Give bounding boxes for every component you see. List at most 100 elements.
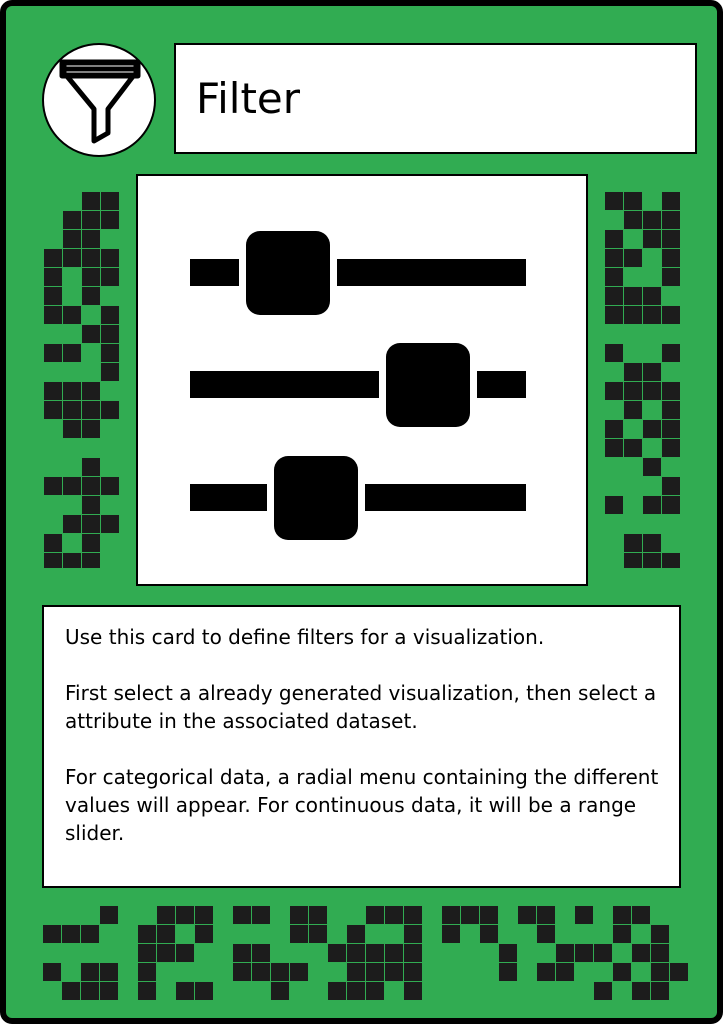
code-block: [404, 944, 422, 962]
code-block: [138, 944, 156, 962]
code-block: [662, 477, 680, 495]
code-block: [44, 306, 62, 324]
code-block: [82, 458, 100, 476]
code-block: [82, 230, 100, 248]
code-block: [480, 925, 498, 943]
code-block: [651, 944, 669, 962]
code-block: [101, 363, 119, 381]
code-block: [252, 944, 270, 962]
code-block: [63, 401, 81, 419]
code-block: [662, 553, 680, 568]
code-block: [632, 944, 650, 962]
code-block: [366, 944, 384, 962]
code-block: [556, 944, 574, 962]
code-block: [252, 963, 270, 981]
code-block: [138, 982, 156, 1000]
code-block: [605, 287, 623, 305]
code-block: [347, 982, 365, 1000]
code-block: [290, 925, 308, 943]
code-block: [404, 906, 422, 924]
code-block: [366, 963, 384, 981]
code-block: [138, 963, 156, 981]
code-block: [662, 192, 680, 210]
code-block: [63, 344, 81, 362]
code-block: [662, 249, 680, 267]
code-block: [624, 401, 642, 419]
code-block: [624, 534, 642, 552]
code-block: [101, 401, 119, 419]
code-block: [252, 906, 270, 924]
code-block: [643, 534, 661, 552]
code-block: [63, 249, 81, 267]
code-block: [101, 211, 119, 229]
code-block: [101, 344, 119, 362]
code-block: [82, 382, 100, 400]
description-text: Use this card to define filters for a vi…: [65, 623, 665, 847]
code-block: [44, 287, 62, 305]
description-paragraph-1: Use this card to define filters for a vi…: [65, 625, 545, 649]
code-block: [624, 306, 642, 324]
bottom-code-pattern: [43, 906, 689, 1002]
code-block: [624, 211, 642, 229]
code-block: [44, 382, 62, 400]
code-block: [347, 944, 365, 962]
code-block: [662, 230, 680, 248]
code-block: [605, 496, 623, 514]
code-block: [63, 420, 81, 438]
code-block: [385, 963, 403, 981]
code-block: [605, 192, 623, 210]
code-block: [157, 944, 175, 962]
code-block: [575, 944, 593, 962]
code-block: [82, 515, 100, 533]
code-block: [82, 477, 100, 495]
description-paragraph-3: For categorical data, a radial menu cont…: [65, 765, 659, 845]
code-block: [605, 230, 623, 248]
code-block: [632, 982, 650, 1000]
code-block: [81, 963, 99, 981]
code-block: [100, 906, 118, 924]
code-block: [82, 420, 100, 438]
code-block: [82, 287, 100, 305]
code-block: [624, 249, 642, 267]
code-block: [44, 534, 62, 552]
code-block: [101, 477, 119, 495]
code-block: [82, 249, 100, 267]
code-block: [82, 211, 100, 229]
code-block: [605, 306, 623, 324]
code-block: [613, 963, 631, 981]
code-block: [404, 982, 422, 1000]
code-block: [442, 906, 460, 924]
code-block: [651, 925, 669, 943]
code-block: [100, 963, 118, 981]
code-block: [81, 925, 99, 943]
description-box: Use this card to define filters for a vi…: [42, 605, 681, 888]
code-block: [44, 553, 62, 568]
code-block: [632, 906, 650, 924]
code-block: [461, 906, 479, 924]
code-block: [613, 925, 631, 943]
code-block: [643, 458, 661, 476]
code-block: [271, 982, 289, 1000]
left-code-pattern: [44, 192, 124, 568]
code-block: [662, 401, 680, 419]
code-block: [63, 515, 81, 533]
code-block: [594, 944, 612, 962]
filter-card: Filter Use this card to define filters f…: [0, 0, 723, 1024]
code-block: [43, 925, 61, 943]
code-block: [63, 382, 81, 400]
code-block: [63, 306, 81, 324]
code-block: [309, 906, 327, 924]
code-block: [82, 534, 100, 552]
code-block: [195, 906, 213, 924]
code-block: [290, 963, 308, 981]
description-paragraph-2: First select a already generated visuali…: [65, 681, 657, 733]
code-block: [44, 401, 62, 419]
code-block: [328, 944, 346, 962]
code-block: [518, 906, 536, 924]
code-block: [643, 420, 661, 438]
code-block: [624, 192, 642, 210]
code-block: [643, 230, 661, 248]
illustration-box: [136, 174, 588, 586]
code-block: [385, 944, 403, 962]
funnel-icon: [42, 43, 156, 157]
